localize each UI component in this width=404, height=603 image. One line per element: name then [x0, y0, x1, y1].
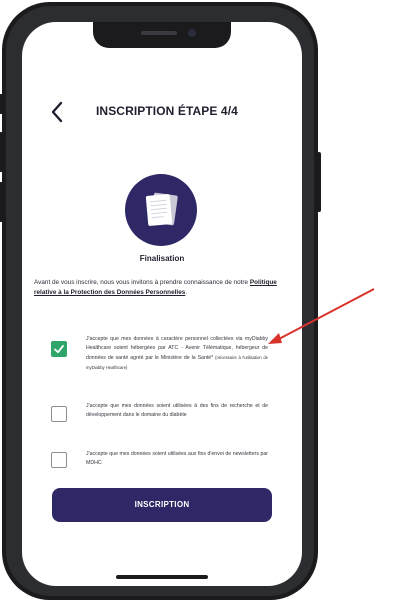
annotation-arrow [268, 288, 375, 344]
